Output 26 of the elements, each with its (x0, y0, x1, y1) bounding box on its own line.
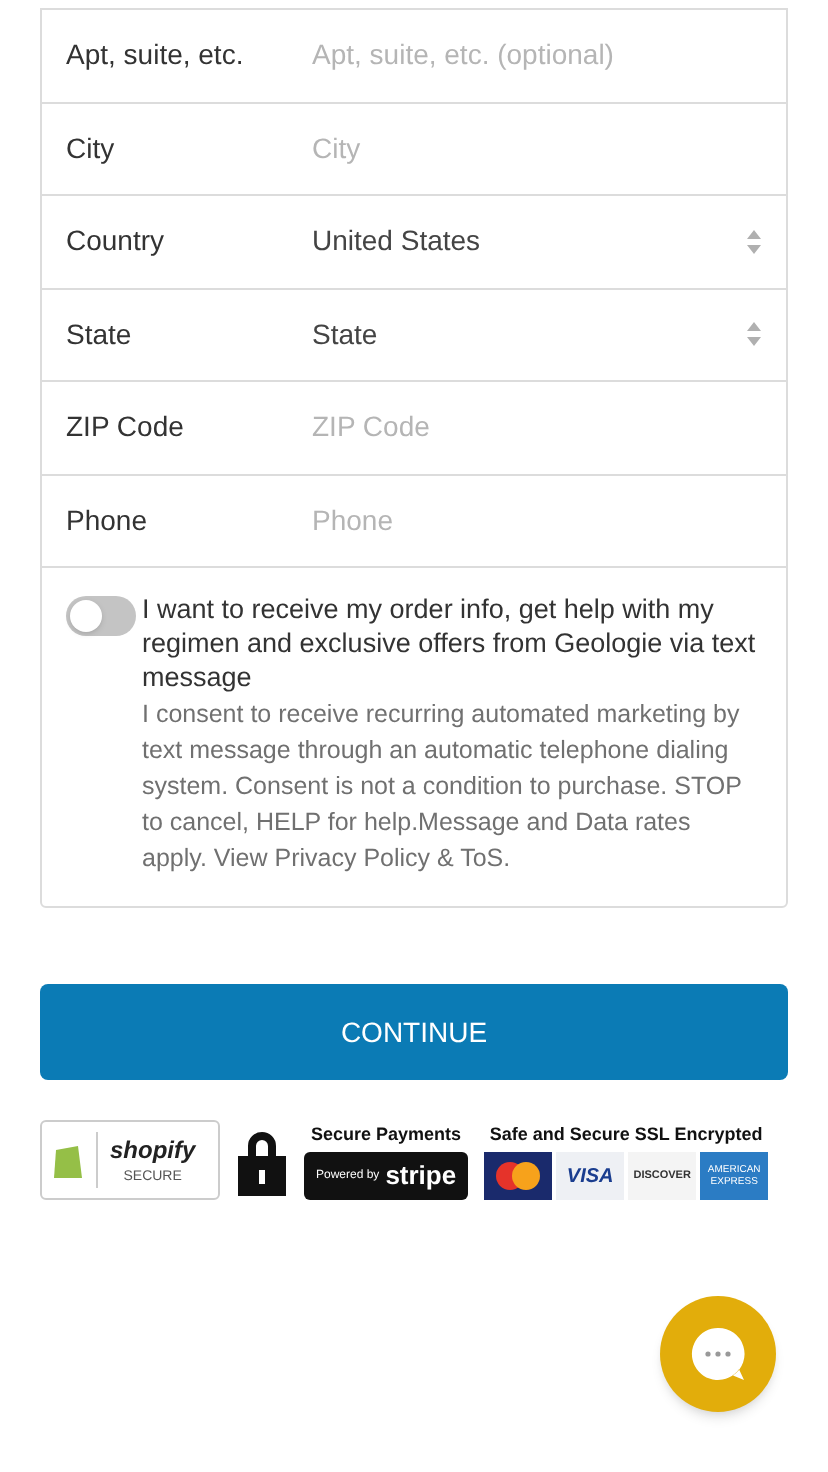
sort-icon (746, 227, 762, 256)
field-label: ZIP Code (66, 408, 186, 447)
select-field[interactable]: United States (312, 220, 762, 263)
shopping-bag-icon (52, 1140, 84, 1180)
field-label: City (66, 129, 117, 168)
sort-icon (746, 320, 762, 349)
padlock-icon (236, 1128, 288, 1196)
badge-heading: Safe and Secure SSL Encrypted (489, 1121, 763, 1148)
opt-in-label: I want to receive my order info, get help with my regimen and exclusive offers from Geologie via text message (142, 592, 758, 694)
field-label: Phone (66, 501, 149, 540)
input-field[interactable]: Phone (312, 499, 762, 542)
field-label: Apt, suite, etc. (66, 36, 246, 75)
visa-card-logo: VISA (556, 1152, 625, 1200)
card-logo-icon (484, 1152, 553, 1200)
chat-bubble-icon (690, 1326, 746, 1382)
input-field[interactable]: ZIP Code (312, 406, 762, 449)
chat-button[interactable] (660, 1296, 776, 1412)
field-label: State (66, 315, 134, 354)
field-label: Country (66, 222, 167, 261)
badge-heading: Secure Payments (311, 1121, 462, 1148)
select-field[interactable]: State (312, 313, 762, 356)
input-field[interactable]: City (312, 127, 762, 170)
continue-button[interactable]: CONTINUE (40, 984, 788, 1080)
consent-text: I consent to receive recurring automated marketing by text message through an automatic telephone dialing system. Consent is not a condition to purchase. STOP to cancel, HELP for help.Message and Data rates apply. View Privacy Policy & ToS. (142, 698, 744, 876)
input-field[interactable]: Apt, suite, etc. (optional) (312, 34, 762, 77)
toggle-switch[interactable] (66, 596, 136, 636)
